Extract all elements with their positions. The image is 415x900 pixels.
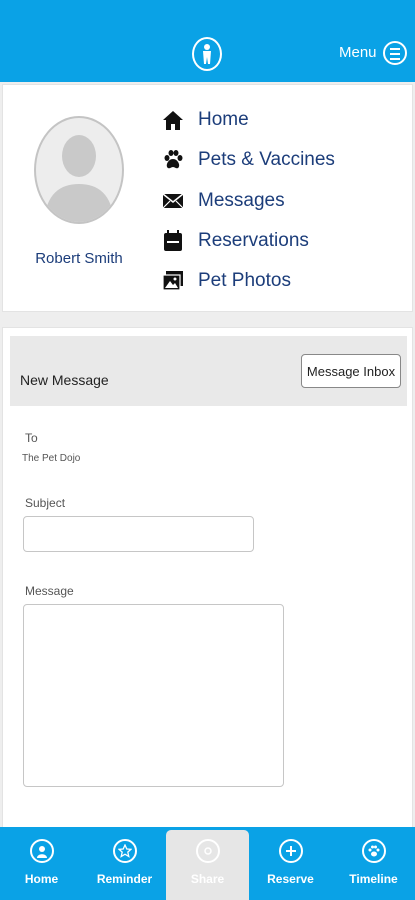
nav-item-label: Pet Photos <box>198 270 291 291</box>
tab-timeline[interactable]: Timeline <box>332 827 415 900</box>
calendar-icon <box>160 229 186 253</box>
plus-icon <box>278 839 303 863</box>
nav-item-label: Pets & Vaccines <box>198 149 335 170</box>
app-header: Menu <box>0 0 415 82</box>
bottom-tab-bar: Home Reminder Share Reserve Timeline <box>0 827 415 900</box>
app-logo-icon[interactable] <box>192 37 222 71</box>
profile-card: Robert Smith Home Pets & Vaccines Messag… <box>2 84 413 312</box>
nav-item-reservations[interactable]: Reservations <box>160 226 309 256</box>
tab-label: Share <box>190 872 225 886</box>
nav-item-pet-photos[interactable]: Pet Photos <box>160 266 291 296</box>
subject-label: Subject <box>25 496 66 510</box>
share-icon <box>195 839 220 863</box>
avatar[interactable] <box>34 116 124 224</box>
photos-icon <box>160 269 186 293</box>
tab-label: Reminder <box>96 872 153 886</box>
menu-label[interactable]: Menu <box>339 44 377 61</box>
nav-item-label: Messages <box>198 190 285 211</box>
nav-item-label: Home <box>198 109 249 130</box>
subject-input[interactable] <box>23 516 254 552</box>
to-value: The Pet Dojo <box>22 453 81 464</box>
nav-item-label: Reservations <box>198 230 309 251</box>
tab-label: Timeline <box>349 872 398 886</box>
paw-icon <box>160 148 186 172</box>
tab-share[interactable]: Share <box>166 830 249 900</box>
message-label: Message <box>25 584 74 598</box>
hamburger-menu-icon[interactable] <box>383 41 407 65</box>
tab-home[interactable]: Home <box>0 827 83 900</box>
tab-label: Reserve <box>267 872 314 886</box>
nav-item-pets-vaccines[interactable]: Pets & Vaccines <box>160 145 335 175</box>
tab-label: Home <box>24 872 59 886</box>
nav-item-home[interactable]: Home <box>160 105 249 135</box>
message-textarea[interactable] <box>23 604 284 787</box>
home-icon <box>160 108 186 132</box>
tab-reserve[interactable]: Reserve <box>249 827 332 900</box>
paw-icon <box>361 839 386 863</box>
user-name: Robert Smith <box>35 250 123 267</box>
nav-item-messages[interactable]: Messages <box>160 186 285 216</box>
new-message-title: New Message <box>20 372 109 388</box>
to-label: To <box>25 431 38 445</box>
message-inbox-button[interactable]: Message Inbox <box>301 354 401 388</box>
new-message-card: New Message Message Inbox To The Pet Doj… <box>2 327 413 847</box>
star-icon <box>112 839 137 863</box>
envelope-icon <box>160 189 186 213</box>
user-icon <box>29 839 54 863</box>
message-header-bar: New Message Message Inbox <box>10 336 407 406</box>
tab-reminder[interactable]: Reminder <box>83 827 166 900</box>
